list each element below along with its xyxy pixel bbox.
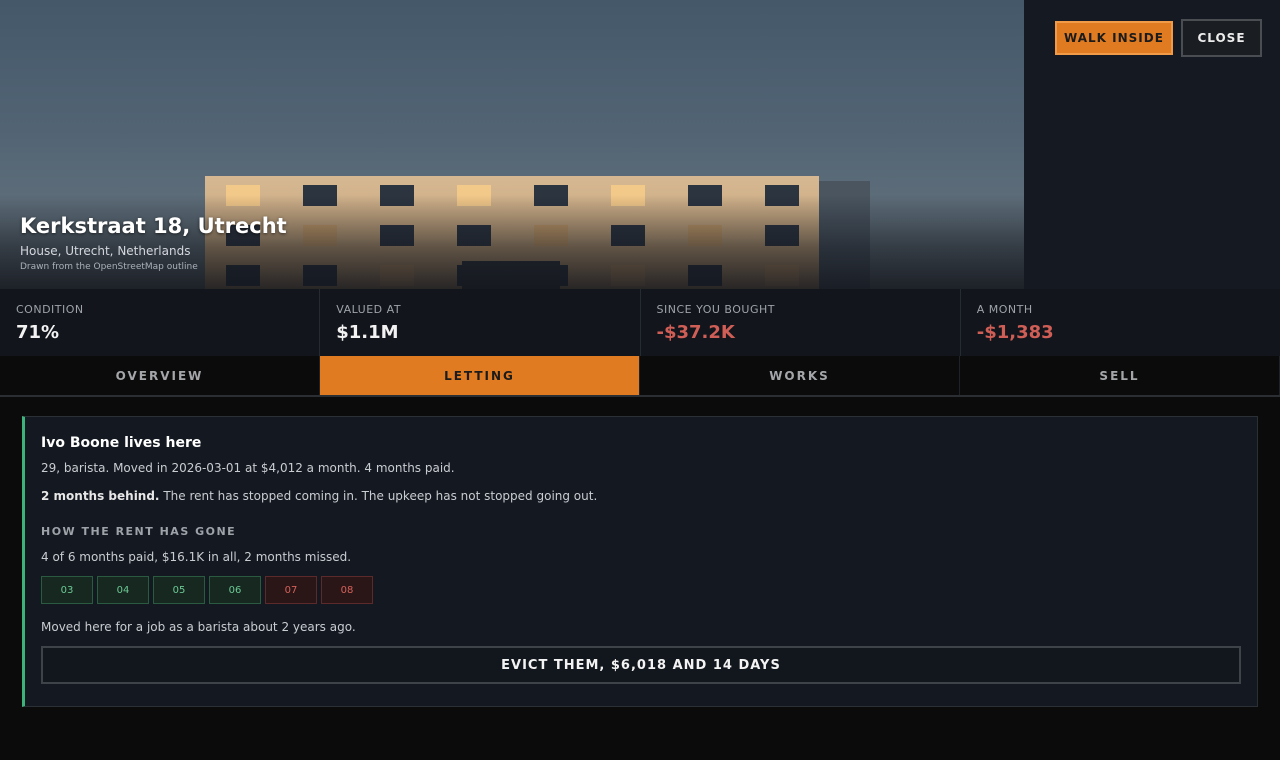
rent-month-list: 03 04 05 06 07 08: [41, 576, 1257, 604]
evict-button[interactable]: EVICT THEM, $6,018 AND 14 DAYS: [41, 646, 1241, 684]
stat-value: -$37.2K: [656, 322, 735, 343]
stat-monthly: A MONTH -$1,383: [961, 289, 1280, 356]
stat-value: -$1,383: [976, 322, 1054, 343]
stat-label: CONDITION: [16, 303, 84, 316]
tab-sell[interactable]: SELL: [960, 356, 1280, 395]
stat-label: A MONTH: [976, 303, 1033, 316]
stat-condition: CONDITION 71%: [0, 289, 321, 356]
tenant-card: Ivo Boone lives here 29, barista. Moved …: [22, 416, 1258, 707]
arrears-text: The rent has stopped coming in. The upke…: [159, 489, 598, 503]
month-missed: 08: [321, 576, 373, 604]
close-button[interactable]: CLOSE: [1181, 19, 1262, 57]
stat-value: $1.1M: [336, 322, 399, 343]
tenant-backstory: Moved here for a job as a barista about …: [41, 620, 356, 634]
stat-since-bought: SINCE YOU BOUGHT -$37.2K: [641, 289, 961, 356]
property-title: Kerkstraat 18, Utrecht: [20, 214, 287, 238]
property-hero: Kerkstraat 18, Utrecht House, Utrecht, N…: [0, 0, 1280, 289]
stats-bar: CONDITION 71% VALUED AT $1.1M SINCE YOU …: [0, 289, 1280, 356]
walk-inside-button[interactable]: WALK INSIDE: [1055, 21, 1173, 55]
rent-history-heading: HOW THE RENT HAS GONE: [41, 525, 237, 538]
tenant-title: Ivo Boone lives here: [41, 435, 202, 451]
tab-bar: OVERVIEW LETTING WORKS SELL: [0, 356, 1280, 397]
rent-summary: 4 of 6 months paid, $16.1K in all, 2 mon…: [41, 550, 352, 564]
stat-label: VALUED AT: [336, 303, 402, 316]
tab-overview[interactable]: OVERVIEW: [0, 356, 320, 395]
stat-label: SINCE YOU BOUGHT: [656, 303, 775, 316]
tab-works[interactable]: WORKS: [640, 356, 960, 395]
property-heading: Kerkstraat 18, Utrecht House, Utrecht, N…: [20, 214, 287, 272]
map-source-note: Drawn from the OpenStreetMap outline: [20, 262, 198, 272]
month-paid: 06: [209, 576, 261, 604]
month-missed: 07: [265, 576, 317, 604]
tab-letting[interactable]: LETTING: [320, 356, 640, 395]
stat-valued-at: VALUED AT $1.1M: [320, 289, 641, 356]
month-paid: 05: [153, 576, 205, 604]
arrears-bold: 2 months behind.: [41, 489, 160, 503]
stat-value: 71%: [16, 322, 60, 343]
month-paid: 03: [41, 576, 93, 604]
property-subtitle: House, Utrecht, Netherlands: [20, 244, 191, 258]
arrears-status: 2 months behind. The rent has stopped co…: [41, 489, 1257, 503]
month-paid: 04: [97, 576, 149, 604]
street-view: Kerkstraat 18, Utrecht House, Utrecht, N…: [0, 0, 1024, 289]
tenant-details: 29, barista. Moved in 2026-03-01 at $4,0…: [41, 461, 455, 475]
